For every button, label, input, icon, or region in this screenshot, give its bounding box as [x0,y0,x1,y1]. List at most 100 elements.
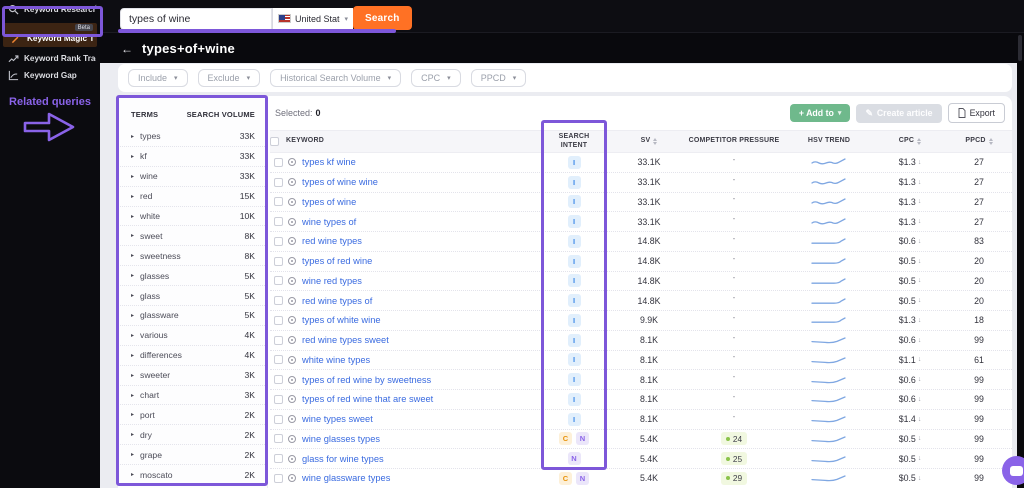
row-checkbox[interactable] [274,335,283,345]
keyword-link[interactable]: types of red wine [302,256,372,266]
country-selector[interactable]: United States ▾ [272,7,353,30]
term-row[interactable]: ▸ kf 33K [118,147,267,167]
expand-triangle-icon[interactable]: ▸ [131,312,134,319]
sort-icon[interactable] [988,137,993,145]
term-row[interactable]: ▸ types 33K [118,127,267,147]
sort-icon[interactable] [653,137,658,145]
sidebar-item-keyword-rank-trac[interactable]: Keyword Rank Trac... [0,51,100,66]
keyword-link[interactable]: red wine types sweet [302,335,389,345]
back-arrow-icon[interactable]: ← [121,42,133,56]
row-checkbox[interactable] [274,394,283,404]
target-icon[interactable] [288,336,296,345]
expand-triangle-icon[interactable]: ▸ [131,471,134,478]
expand-triangle-icon[interactable]: ▸ [131,193,134,200]
hsv-trend-column-header[interactable]: HSV TREND [784,137,874,145]
row-checkbox[interactable] [274,414,283,424]
target-icon[interactable] [288,257,296,266]
filter-pill-include[interactable]: Include ▾ [128,69,188,87]
ppcd-column-header[interactable]: PPCD [946,137,1012,145]
expand-triangle-icon[interactable]: ▸ [131,173,134,180]
target-icon[interactable] [288,197,296,206]
row-checkbox[interactable] [274,375,283,385]
keyword-link[interactable]: wine glassware types [302,473,390,483]
row-checkbox[interactable] [274,454,283,464]
sidebar-collapse-icon[interactable]: ‹ [94,1,97,11]
expand-triangle-icon[interactable]: ▸ [131,372,134,379]
row-checkbox[interactable] [274,315,283,325]
target-icon[interactable] [288,474,296,483]
keyword-link[interactable]: wine red types [302,276,362,286]
row-checkbox[interactable] [274,473,283,483]
keyword-link[interactable]: types of white wine [302,315,381,325]
term-row[interactable]: ▸ sweeter 3K [118,366,267,386]
term-row[interactable]: ▸ glassware 5K [118,306,267,326]
expand-triangle-icon[interactable]: ▸ [131,451,134,458]
target-icon[interactable] [288,415,296,424]
add-to-button[interactable]: + Add to ▾ [789,104,851,122]
sidebar-item-keyword-research[interactable]: Keyword Research [0,2,100,17]
expand-triangle-icon[interactable]: ▸ [131,133,134,140]
target-icon[interactable] [288,395,296,404]
term-row[interactable]: ▸ red 15K [118,187,267,207]
expand-triangle-icon[interactable]: ▸ [131,252,134,259]
target-icon[interactable] [288,237,296,246]
target-icon[interactable] [288,276,296,285]
filter-pill-ppcd[interactable]: PPCD ▾ [470,69,527,87]
row-checkbox[interactable] [274,296,283,306]
row-checkbox[interactable] [274,276,283,286]
term-row[interactable]: ▸ various 4K [118,326,267,346]
sv-column-header[interactable]: SV [614,137,684,145]
sidebar-item-keyword-magic-tool[interactable]: Keyword Magic Tool Beta [3,23,97,47]
cpc-column-header[interactable]: CPC [874,137,946,145]
keyword-column-header[interactable]: KEYWORD [286,137,534,145]
create-article-button[interactable]: ✎ Create article [856,103,942,123]
filter-pill-exclude[interactable]: Exclude ▾ [197,69,261,87]
term-row[interactable]: ▸ chart 3K [118,386,267,406]
row-checkbox[interactable] [274,157,283,167]
term-row[interactable]: ▸ moscato 2K [118,465,267,486]
term-row[interactable]: ▸ port 2K [118,405,267,426]
row-checkbox[interactable] [274,197,283,207]
row-checkbox[interactable] [274,236,283,246]
keyword-link[interactable]: red wine types of [302,296,372,306]
competitor-pressure-column-header[interactable]: COMPETITOR PRESSURE [684,137,784,145]
scrollbar-thumb[interactable] [1018,35,1022,61]
term-row[interactable]: ▸ wine 33K [118,167,267,187]
search-intent-column-header[interactable]: SEARCH INTENT [534,133,614,149]
expand-triangle-icon[interactable]: ▸ [131,153,134,160]
term-row[interactable]: ▸ differences 4K [118,346,267,366]
keyword-link[interactable]: types of red wine by sweetness [302,375,431,385]
target-icon[interactable] [288,375,296,384]
expand-triangle-icon[interactable]: ▸ [131,272,134,279]
row-checkbox[interactable] [274,256,283,266]
expand-triangle-icon[interactable]: ▸ [131,213,134,220]
target-icon[interactable] [288,434,296,443]
target-icon[interactable] [288,454,296,463]
term-row[interactable]: ▸ white 10K [118,207,267,227]
filter-pill-historical-search-volume[interactable]: Historical Search Volume ▾ [270,69,402,87]
keyword-link[interactable]: glass for wine types [302,454,384,464]
row-checkbox[interactable] [274,434,283,444]
target-icon[interactable] [288,178,296,187]
export-button[interactable]: Export [947,103,1005,123]
expand-triangle-icon[interactable]: ▸ [131,431,134,438]
row-checkbox[interactable] [274,355,283,365]
term-row[interactable]: ▸ sweetness 8K [118,246,267,267]
sort-icon[interactable] [917,137,922,145]
term-row[interactable]: ▸ grape 2K [118,445,267,466]
filter-pill-cpc[interactable]: CPC ▾ [411,69,461,87]
target-icon[interactable] [288,217,296,226]
term-row[interactable]: ▸ sweet 8K [118,226,267,247]
expand-triangle-icon[interactable]: ▸ [131,352,134,359]
expand-triangle-icon[interactable]: ▸ [131,332,134,339]
keyword-link[interactable]: types kf wine [302,157,356,167]
keyword-link[interactable]: types of wine [302,197,356,207]
keyword-link[interactable]: wine types of [302,217,356,227]
term-row[interactable]: ▸ glass 5K [118,286,267,307]
term-row[interactable]: ▸ dry 2K [118,425,267,446]
target-icon[interactable] [288,158,296,167]
select-all-checkbox[interactable] [270,137,279,146]
sidebar-item-keyword-gap[interactable]: Keyword Gap [0,68,100,83]
keyword-link[interactable]: wine glasses types [302,434,380,444]
target-icon[interactable] [288,316,296,325]
